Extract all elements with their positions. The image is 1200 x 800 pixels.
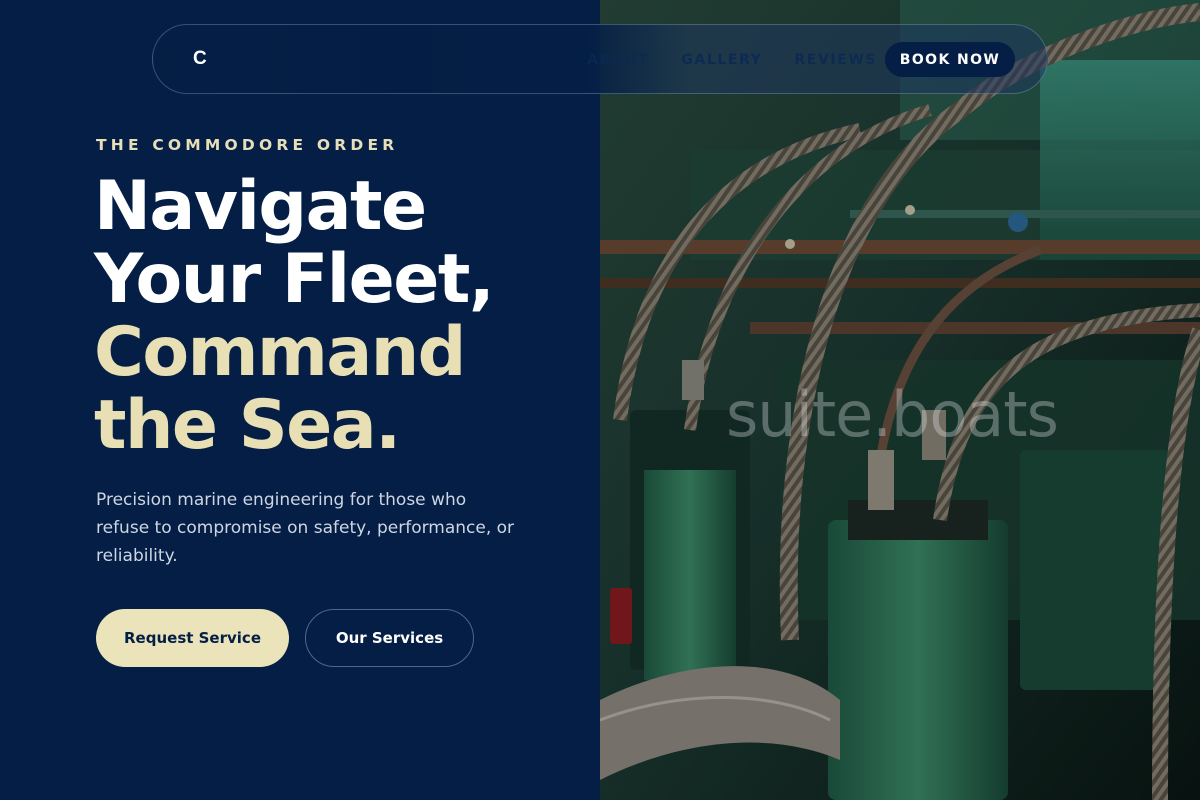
hero-subtitle: Precision marine engineering for those w… bbox=[96, 490, 515, 566]
hero-headline: Navigate Your Fleet, Command the Sea. bbox=[94, 167, 495, 465]
hero-eyebrow: THE COMMODORE ORDER bbox=[96, 136, 399, 154]
headline-line-4: the Sea. bbox=[94, 386, 401, 465]
headline-line-3: Command bbox=[94, 313, 466, 392]
top-nav: C ABOUT GALLERY REVIEWS BOOK NOW bbox=[152, 24, 1048, 94]
book-now-button[interactable]: BOOK NOW bbox=[885, 42, 1015, 77]
our-services-button[interactable]: Our Services bbox=[305, 609, 474, 667]
request-service-button[interactable]: Request Service bbox=[96, 609, 289, 667]
headline-line-2: Your Fleet, bbox=[94, 240, 495, 319]
nav-link-gallery[interactable]: GALLERY bbox=[681, 52, 762, 68]
watermark-text: suite.boats bbox=[726, 378, 1059, 451]
engine-room-image: suite.boats bbox=[600, 0, 1200, 800]
hero-left-panel: THE COMMODORE ORDER Navigate Your Fleet,… bbox=[0, 0, 600, 800]
nav-link-about[interactable]: ABOUT bbox=[587, 52, 649, 68]
nav-links: ABOUT GALLERY REVIEWS bbox=[587, 25, 909, 95]
headline-line-1: Navigate bbox=[94, 167, 427, 246]
brand-logo[interactable]: C bbox=[193, 48, 207, 70]
nav-link-reviews[interactable]: REVIEWS bbox=[794, 52, 877, 68]
